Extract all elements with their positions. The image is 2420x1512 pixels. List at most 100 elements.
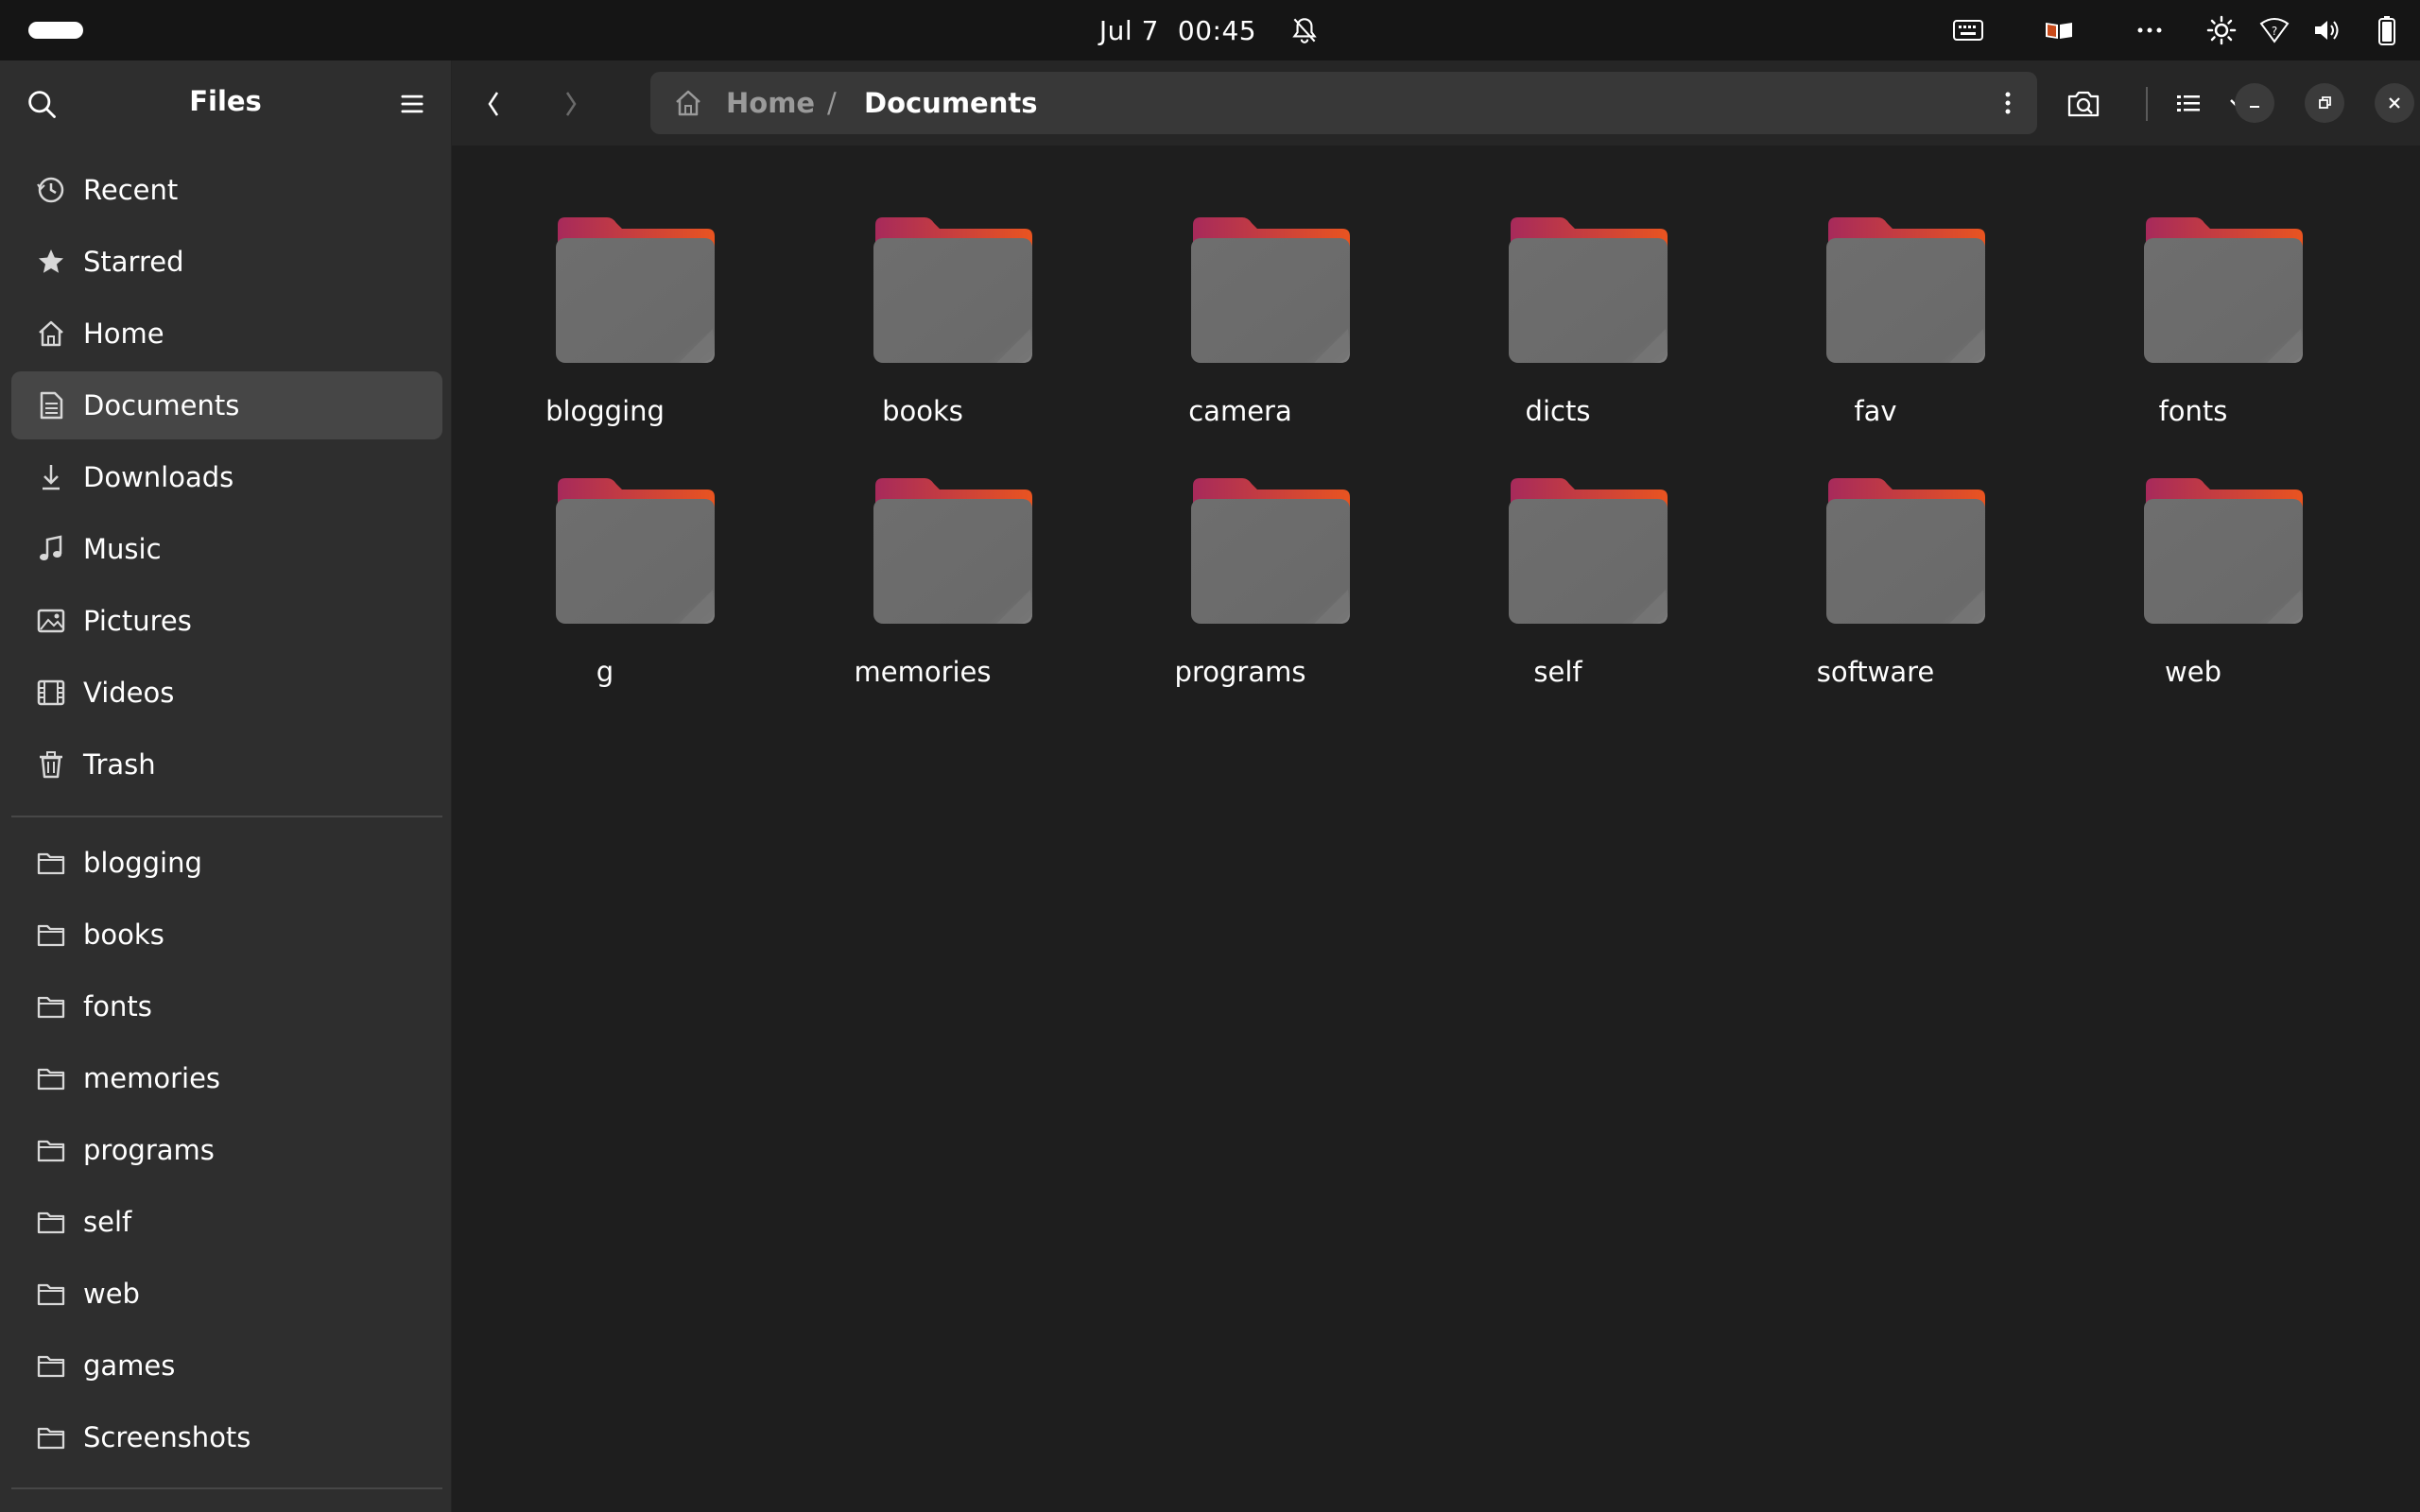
- sidebar-divider: [11, 816, 442, 817]
- folder-icon: [37, 1355, 65, 1378]
- folder-item-dicts[interactable]: dicts: [1399, 159, 1717, 427]
- folder-item-books[interactable]: books: [764, 159, 1081, 427]
- folder-item-g[interactable]: g: [446, 420, 764, 688]
- sidebar-item-documents[interactable]: Documents: [11, 371, 442, 439]
- clock-time: 00:45: [1177, 14, 1257, 46]
- sidebar-item-label: Recent: [83, 174, 179, 206]
- folder-icon: [556, 478, 715, 624]
- home-icon: [676, 90, 700, 116]
- camera-search-icon: [2067, 91, 2100, 117]
- folder-name: web: [2165, 656, 2221, 688]
- breadcrumb-separator: /: [827, 87, 837, 119]
- sidebar-item-recent[interactable]: Recent: [11, 156, 442, 224]
- activities-button[interactable]: [28, 22, 83, 39]
- folder-icon: [37, 1427, 65, 1450]
- sidebar-item-label: blogging: [83, 847, 202, 879]
- folder-item-blogging[interactable]: blogging: [446, 159, 764, 427]
- folder-item-memories[interactable]: memories: [764, 420, 1081, 688]
- folder-icon: [556, 217, 715, 363]
- sidebar-item-label: games: [83, 1349, 176, 1382]
- sidebar-item-label: books: [83, 919, 164, 951]
- maximize-button[interactable]: [2305, 83, 2344, 123]
- notifications-muted-icon[interactable]: [1288, 14, 1321, 46]
- system-tray[interactable]: ?: [1923, 0, 2420, 60]
- places-list: Recent Starred Home Documents Downloads …: [11, 156, 442, 802]
- video-icon: [37, 679, 65, 706]
- sidebar-item-blogging[interactable]: blogging: [11, 829, 442, 897]
- sidebar-item-trash[interactable]: Trash: [11, 730, 442, 799]
- chevron-right-icon: [565, 92, 577, 116]
- folder-icon: [37, 1140, 65, 1162]
- spacer2: [1794, 60, 1795, 61]
- bookmarks-list: blogging books fonts memories programs s…: [11, 829, 442, 1475]
- close-button[interactable]: [2375, 83, 2414, 123]
- folder-item-programs[interactable]: programs: [1081, 420, 1399, 688]
- folder-icon: [873, 217, 1032, 363]
- book-icon[interactable]: [2014, 0, 2104, 60]
- more-icon[interactable]: [2104, 0, 2195, 60]
- hamburger-menu-icon[interactable]: [395, 87, 429, 121]
- document-icon: [40, 391, 63, 420]
- top-bar: Jul 7 00:45 ?: [0, 0, 2420, 60]
- list-view-button[interactable]: [2165, 83, 2212, 125]
- folder-icon: [37, 1211, 65, 1234]
- sidebar-item-self[interactable]: self: [11, 1188, 442, 1256]
- sidebar-item-memories[interactable]: memories: [11, 1044, 442, 1112]
- sidebar-item-label: Music: [83, 533, 162, 565]
- sidebar-item-videos[interactable]: Videos: [11, 659, 442, 727]
- folder-item-software[interactable]: software: [1717, 420, 2034, 688]
- sidebar-item-label: self: [83, 1206, 132, 1238]
- folder-item-fav[interactable]: fav: [1717, 159, 2034, 427]
- sidebar-item-music[interactable]: Music: [11, 515, 442, 583]
- volume-icon[interactable]: [2301, 0, 2354, 60]
- minimize-button[interactable]: [2235, 83, 2274, 123]
- sidebar-divider: [11, 1487, 442, 1489]
- forward-button[interactable]: [550, 83, 592, 125]
- battery-icon[interactable]: [2354, 0, 2420, 60]
- sidebar-item-books[interactable]: books: [11, 901, 442, 969]
- chevron-left-icon: [488, 92, 499, 116]
- header-bar: Home / Documents: [452, 60, 2420, 146]
- sidebar-item-downloads[interactable]: Downloads: [11, 443, 442, 511]
- location-bar[interactable]: Home / Documents: [650, 72, 2037, 134]
- clock-date: Jul 7: [1098, 14, 1159, 46]
- wifi-icon[interactable]: ?: [2248, 0, 2301, 60]
- sidebar: Files Recent Starred Home Documents Down…: [0, 60, 452, 1512]
- sidebar-item-home[interactable]: Home: [11, 300, 442, 368]
- folder-icon: [1826, 217, 1985, 363]
- home-icon: [39, 320, 63, 347]
- folder-item-fonts[interactable]: fonts: [2034, 159, 2352, 427]
- folder-icon: [37, 924, 65, 947]
- sidebar-item-programs[interactable]: programs: [11, 1116, 442, 1184]
- folder-item-web[interactable]: web: [2034, 420, 2352, 688]
- sidebar-header: Files: [0, 60, 451, 146]
- folder-icon: [37, 996, 65, 1019]
- sidebar-item-fonts[interactable]: fonts: [11, 972, 442, 1040]
- breadcrumb-home[interactable]: Home: [726, 72, 815, 134]
- close-icon: [2389, 97, 2400, 109]
- view-divider: [2146, 87, 2148, 121]
- trash-icon: [40, 751, 62, 779]
- sidebar-item-games[interactable]: games: [11, 1332, 442, 1400]
- picture-icon: [37, 609, 65, 633]
- kebab-menu-icon[interactable]: [1993, 88, 2023, 118]
- breadcrumb-current[interactable]: Documents: [864, 72, 1038, 134]
- search-button[interactable]: [2063, 83, 2104, 125]
- sidebar-item-label: Pictures: [83, 605, 192, 637]
- folder-item-self[interactable]: self: [1399, 420, 1717, 688]
- file-view[interactable]: blogging books camera dicts fav fonts g …: [452, 146, 2420, 1512]
- sidebar-item-screenshots[interactable]: Screenshots: [11, 1403, 442, 1471]
- keyboard-icon[interactable]: [1923, 0, 2014, 60]
- brightness-icon[interactable]: [2195, 0, 2248, 60]
- svg-text:?: ?: [2272, 25, 2277, 38]
- sidebar-item-starred[interactable]: Starred: [11, 228, 442, 296]
- restore-icon: [2319, 96, 2331, 109]
- back-button[interactable]: [473, 83, 514, 125]
- minimize-icon: [2250, 106, 2259, 108]
- sidebar-item-label: Downloads: [83, 461, 234, 493]
- sidebar-item-web[interactable]: web: [11, 1260, 442, 1328]
- sidebar-item-label: memories: [83, 1062, 221, 1094]
- sidebar-item-pictures[interactable]: Pictures: [11, 587, 442, 655]
- folder-item-camera[interactable]: camera: [1081, 159, 1399, 427]
